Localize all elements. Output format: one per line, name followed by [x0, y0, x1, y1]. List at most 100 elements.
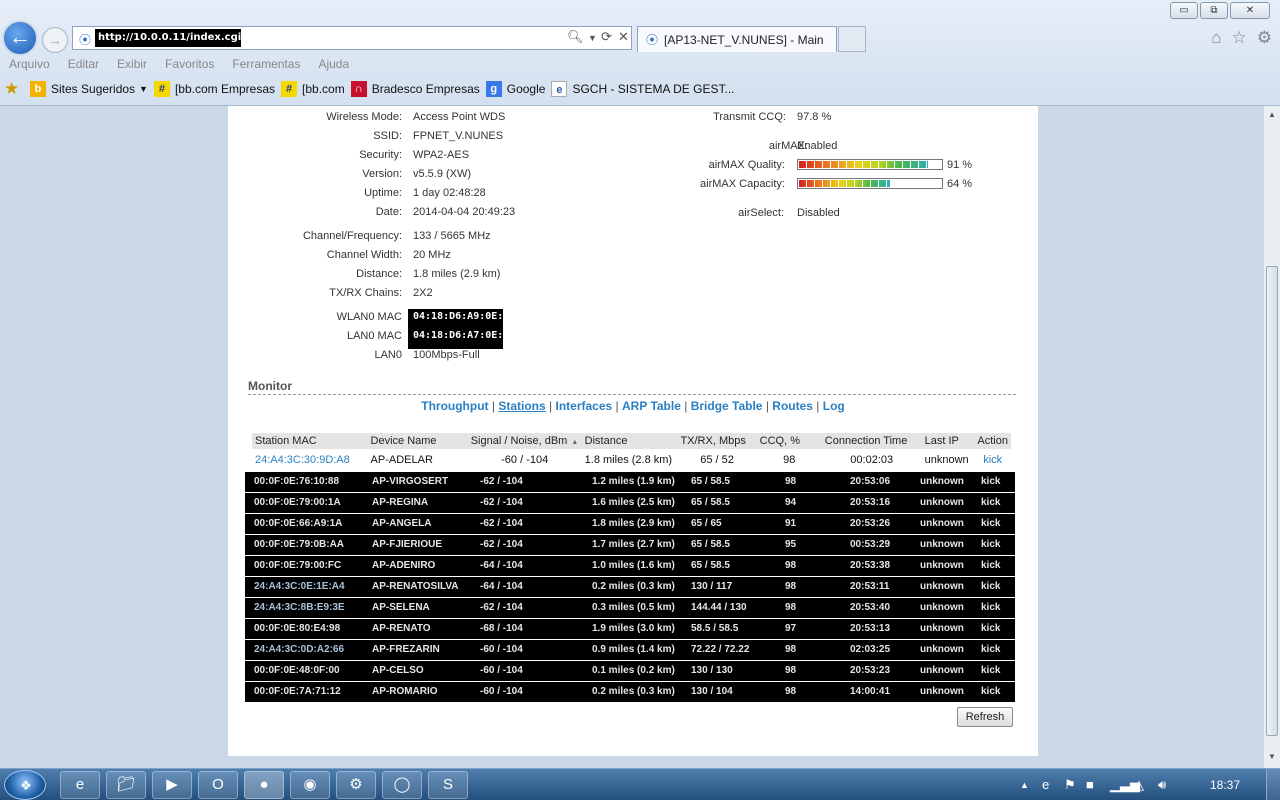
search-icon[interactable]: 🔍︎ [567, 29, 584, 45]
refresh-button[interactable]: Refresh [957, 707, 1013, 727]
fav-sgch[interactable]: e SGCH - SISTEMA DE GEST... [551, 81, 734, 97]
volume-icon[interactable]: 🔊︎ [1158, 777, 1166, 793]
nav-interfaces[interactable]: Interfaces [555, 399, 612, 413]
vertical-scrollbar[interactable]: ▲ ▼ [1263, 106, 1280, 768]
station-mac[interactable]: 24:A4:3C:30:9D:A8 [252, 449, 368, 471]
start-button[interactable]: ❖ [4, 770, 46, 800]
url-text[interactable]: http://10.0.0.11/index.cgi [95, 29, 241, 47]
station-mac-link[interactable]: 24:A4:3C:30:9D:A8 [255, 454, 350, 466]
col-distance[interactable]: Distance [581, 433, 678, 449]
airmax-quality-fill [799, 161, 929, 168]
scroll-thumb[interactable] [1266, 266, 1278, 736]
redacted-action[interactable]: kick [981, 644, 1000, 655]
forward-button[interactable]: → [42, 27, 68, 53]
home-icon[interactable]: ⌂ [1211, 28, 1221, 48]
taskbar-network-app-icon[interactable]: ⚙ [336, 771, 376, 799]
refresh-icon[interactable]: ⟳ [601, 29, 612, 45]
redacted-txrx: 65 / 58.5 [691, 560, 730, 571]
menu-editar[interactable]: Editar [59, 55, 108, 75]
tray-e-icon[interactable]: e [1042, 777, 1049, 792]
fav-bb[interactable]: # [bb.com [281, 81, 345, 97]
redacted-mac[interactable]: 24:A4:3C:0E:1E:A4 [254, 581, 345, 592]
taskbar-ie-icon[interactable]: e [60, 771, 100, 799]
col-station-mac[interactable]: Station MAC [252, 433, 368, 449]
taskbar-firefox-icon[interactable]: ◉ [290, 771, 330, 799]
redacted-time: 20:53:16 [850, 497, 891, 508]
dropdown-icon[interactable]: ▼ [588, 33, 597, 43]
close-window-button[interactable]: ✕ [1230, 2, 1270, 19]
redacted-mac[interactable]: 00:0F:0E:79:00:1A [254, 497, 341, 508]
col-last-ip[interactable]: Last IP [921, 433, 975, 449]
kick-link[interactable]: kick [983, 454, 1002, 466]
redacted-action[interactable]: kick [981, 497, 1000, 508]
nav-routes[interactable]: Routes [772, 399, 813, 413]
redacted-mac[interactable]: 00:0F:0E:7A:71:12 [254, 686, 341, 697]
scroll-down-icon[interactable]: ▼ [1266, 752, 1278, 764]
redacted-action[interactable]: kick [981, 518, 1000, 529]
new-tab-button[interactable] [838, 26, 866, 52]
flag-icon[interactable]: ⚑ [1064, 777, 1076, 793]
col-txrx[interactable]: TX/RX, Mbps [677, 433, 757, 449]
nav-stations[interactable]: Stations [498, 399, 545, 413]
col-connection-time[interactable]: Connection Time [821, 433, 922, 449]
drive-icon[interactable]: △ [1134, 777, 1144, 793]
col-action[interactable]: Action [974, 433, 1011, 449]
scroll-up-icon[interactable]: ▲ [1266, 110, 1278, 122]
taskbar-active-app-icon[interactable]: ● [244, 771, 284, 799]
redacted-mac[interactable]: 00:0F:0E:79:0B:AA [254, 539, 344, 550]
nav-log[interactable]: Log [823, 399, 845, 413]
menu-favoritos[interactable]: Favoritos [156, 55, 223, 75]
col-device-name[interactable]: Device Name [367, 433, 468, 449]
redacted-action[interactable]: kick [981, 623, 1000, 634]
redacted-ccq: 97 [785, 623, 797, 634]
address-bar[interactable]: ⦿ http://10.0.0.11/index.cgi 🔍︎ ▼ ⟳ ✕ [72, 26, 632, 50]
redacted-mac[interactable]: 24:A4:3C:8B:E9:3E [254, 602, 345, 613]
taskbar-disc-icon[interactable]: ◯ [382, 771, 422, 799]
favorites-icon[interactable]: ★ [4, 79, 24, 99]
fav-bb-empresas[interactable]: # [bb.com Empresas [153, 81, 275, 97]
fav-google[interactable]: g Google [485, 81, 545, 97]
fav-sites-sugeridos[interactable]: b Sites Sugeridos ▼ [30, 81, 148, 97]
redacted-action[interactable]: kick [981, 539, 1000, 550]
col-signal-noise[interactable]: Signal / Noise, dBm ▲ [467, 433, 582, 449]
redacted-mac[interactable]: 00:0F:0E:66:A9:1A [254, 518, 342, 529]
clock[interactable]: 18:37 [1210, 778, 1240, 792]
minimize-button[interactable]: ▭ [1170, 2, 1198, 19]
taskbar-outlook-icon[interactable]: O [198, 771, 238, 799]
gear-icon[interactable]: ⚙ [1257, 28, 1272, 48]
redacted-time: 14:00:41 [850, 686, 891, 697]
tab-main[interactable]: ⦿ [AP13-NET_V.NUNES] - Main [637, 26, 837, 52]
redacted-action[interactable]: kick [981, 686, 1000, 697]
nav-throughput[interactable]: Throughput [421, 399, 488, 413]
show-desktop-button[interactable] [1266, 769, 1280, 800]
redacted-action[interactable]: kick [981, 581, 1000, 592]
nav-bridge-table[interactable]: Bridge Table [691, 399, 763, 413]
kick-action[interactable]: kick [974, 449, 1011, 471]
menu-ajuda[interactable]: Ajuda [309, 55, 358, 75]
maximize-button[interactable]: ⧉ [1200, 2, 1228, 19]
col-ccq[interactable]: CCQ, % [756, 433, 822, 449]
redacted-ccq: 98 [785, 476, 797, 487]
redacted-mac[interactable]: 00:0F:0E:79:00:FC [254, 560, 341, 571]
redacted-mac[interactable]: 00:0F:0E:48:0F:00 [254, 665, 340, 676]
menu-ferramentas[interactable]: Ferramentas [223, 55, 309, 75]
redacted-mac[interactable]: 24:A4:3C:0D:A2:66 [254, 644, 344, 655]
redacted-action[interactable]: kick [981, 476, 1000, 487]
menu-exibir[interactable]: Exibir [108, 55, 156, 75]
redacted-action[interactable]: kick [981, 560, 1000, 571]
fav-bradesco[interactable]: ∩ Bradesco Empresas [350, 81, 480, 97]
redacted-mac[interactable]: 00:0F:0E:80:E4:98 [254, 623, 340, 634]
taskbar-explorer-icon[interactable]: 📁︎ [106, 771, 146, 799]
tray-expand-icon[interactable]: ▲ [1020, 780, 1029, 790]
nav-arp-table[interactable]: ARP Table [622, 399, 681, 413]
tray-app-icon[interactable]: ■ [1086, 777, 1094, 792]
favorites-star-icon[interactable]: ☆ [1232, 28, 1247, 48]
stop-icon[interactable]: ✕ [618, 29, 629, 45]
redacted-action[interactable]: kick [981, 602, 1000, 613]
redacted-mac[interactable]: 00:0F:0E:76:10:88 [254, 476, 339, 487]
redacted-action[interactable]: kick [981, 665, 1000, 676]
menu-arquivo[interactable]: Arquivo [0, 55, 59, 75]
taskbar-media-icon[interactable]: ▶ [152, 771, 192, 799]
taskbar-skype-icon[interactable]: S [428, 771, 468, 799]
back-button[interactable]: ← [2, 20, 38, 56]
